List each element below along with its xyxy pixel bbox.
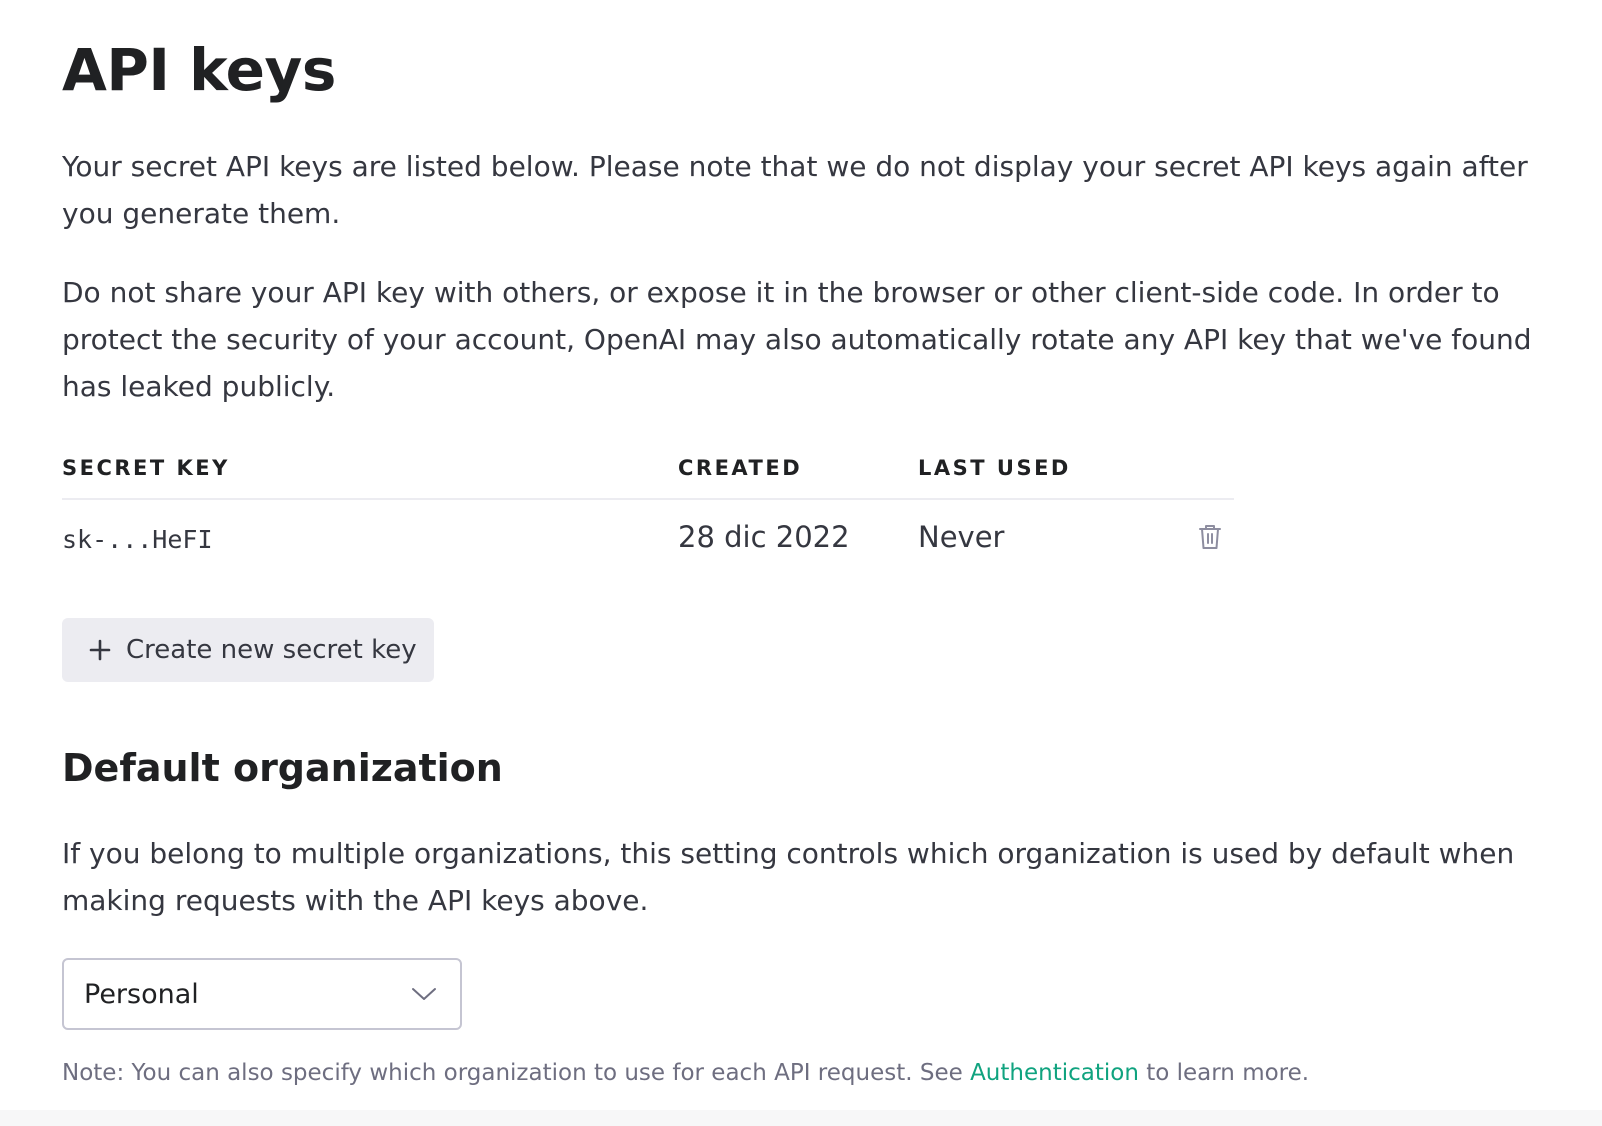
delete-key-button[interactable] [1194,520,1226,554]
table-row: sk-...HeFI 28 dic 2022 Never [62,500,1234,580]
chevron-down-icon [412,988,436,1000]
organization-select-value: Personal [84,978,199,1010]
create-button-label: Create new secret key [126,635,417,665]
column-header-created: CREATED [678,456,803,480]
default-organization-title: Default organization [62,746,503,790]
authentication-link[interactable]: Authentication [970,1060,1139,1086]
organization-note: Note: You can also specify which organiz… [62,1060,1309,1086]
organization-select[interactable]: Personal [62,958,462,1030]
note-prefix: Note: You can also specify which organiz… [62,1060,971,1086]
page-title: API keys [62,36,336,104]
last-used-value: Never [918,520,1005,554]
create-new-secret-key-button[interactable]: Create new secret key [62,618,434,682]
warning-paragraph: Do not share your API key with others, o… [62,276,1532,403]
bottom-fade [0,1110,1602,1126]
plus-icon [89,639,111,661]
intro-paragraph: Your secret API keys are listed below. P… [62,150,1528,230]
column-header-secret-key: SECRET KEY [62,456,230,480]
note-suffix: to learn more. [1138,1060,1310,1086]
secret-key-value: sk-...HeFI [62,525,213,554]
trash-icon [1199,525,1221,549]
created-date: 28 dic 2022 [678,520,850,554]
default-organization-description: If you belong to multiple organizations,… [62,837,1515,917]
column-header-last-used: LAST USED [918,456,1071,480]
